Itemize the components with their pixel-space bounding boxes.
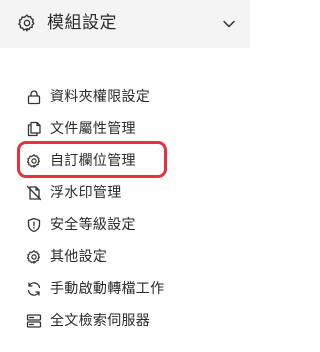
lock-icon <box>26 89 42 105</box>
menu-item-label: 文件屬性管理 <box>50 121 136 137</box>
menu-item-manual-conversion[interactable]: 手動啟動轉檔工作 <box>0 276 250 302</box>
gear-icon <box>26 249 42 265</box>
gear-icon <box>17 13 37 33</box>
menu-item-label: 其他設定 <box>50 249 108 265</box>
menu-item-label: 安全等級設定 <box>50 217 136 233</box>
menu-item-label: 自訂欄位管理 <box>50 153 136 169</box>
module-settings-panel: 模組設定 資料夾權限設定 文件屬性管理 自訂欄位管理 浮水印管理 安全等級設定 … <box>0 0 250 352</box>
menu-item-label: 手動啟動轉檔工作 <box>50 281 165 297</box>
settings-menu: 資料夾權限設定 文件屬性管理 自訂欄位管理 浮水印管理 安全等級設定 其他設定 … <box>0 60 250 352</box>
server-icon <box>26 313 42 329</box>
menu-item-label: 資料夾權限設定 <box>50 89 151 105</box>
module-settings-header[interactable]: 模組設定 <box>0 0 250 48</box>
watermark-icon <box>26 185 42 201</box>
menu-item-watermark[interactable]: 浮水印管理 <box>0 180 250 206</box>
menu-item-label: 全文檢索伺服器 <box>50 313 151 329</box>
menu-item-label: 浮水印管理 <box>50 185 122 201</box>
menu-item-security-levels[interactable]: 安全等級設定 <box>0 212 250 238</box>
menu-item-custom-fields[interactable]: 自訂欄位管理 <box>0 148 250 174</box>
chevron-down-icon[interactable] <box>222 17 236 31</box>
shield-icon <box>26 217 42 233</box>
menu-item-other-settings[interactable]: 其他設定 <box>0 244 250 270</box>
section-title: 模組設定 <box>47 13 117 33</box>
menu-item-fulltext-server[interactable]: 全文檢索伺服器 <box>0 308 250 334</box>
documents-icon <box>26 121 42 137</box>
menu-item-folder-permissions[interactable]: 資料夾權限設定 <box>0 84 250 110</box>
gear-icon <box>26 153 42 169</box>
refresh-icon <box>26 281 42 297</box>
menu-item-document-attributes[interactable]: 文件屬性管理 <box>0 116 250 142</box>
